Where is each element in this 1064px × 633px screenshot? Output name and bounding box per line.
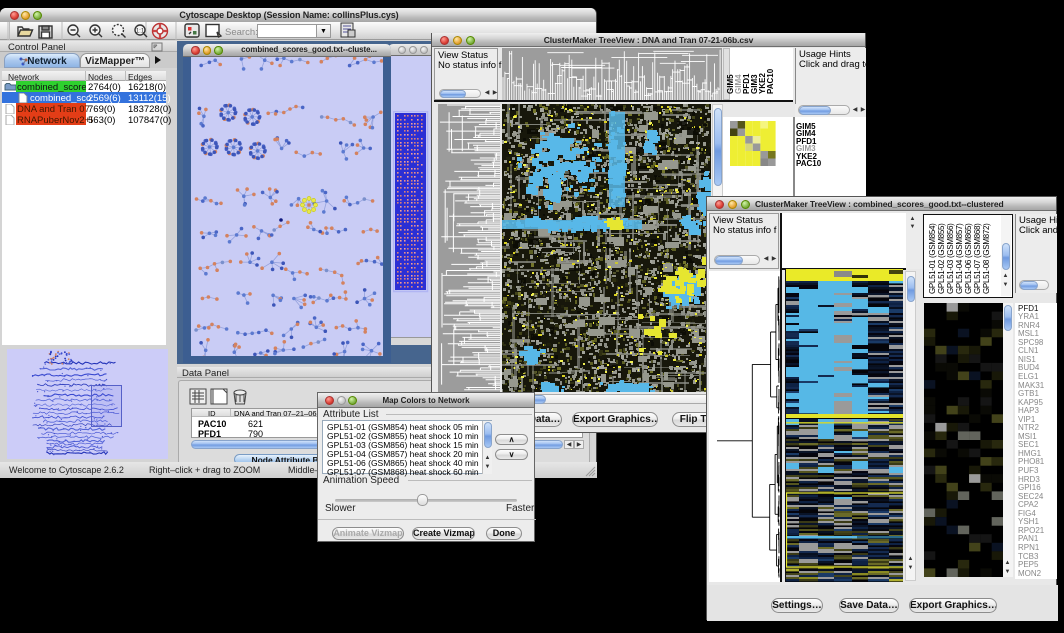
svg-text:1:1: 1:1 [136, 29, 145, 35]
